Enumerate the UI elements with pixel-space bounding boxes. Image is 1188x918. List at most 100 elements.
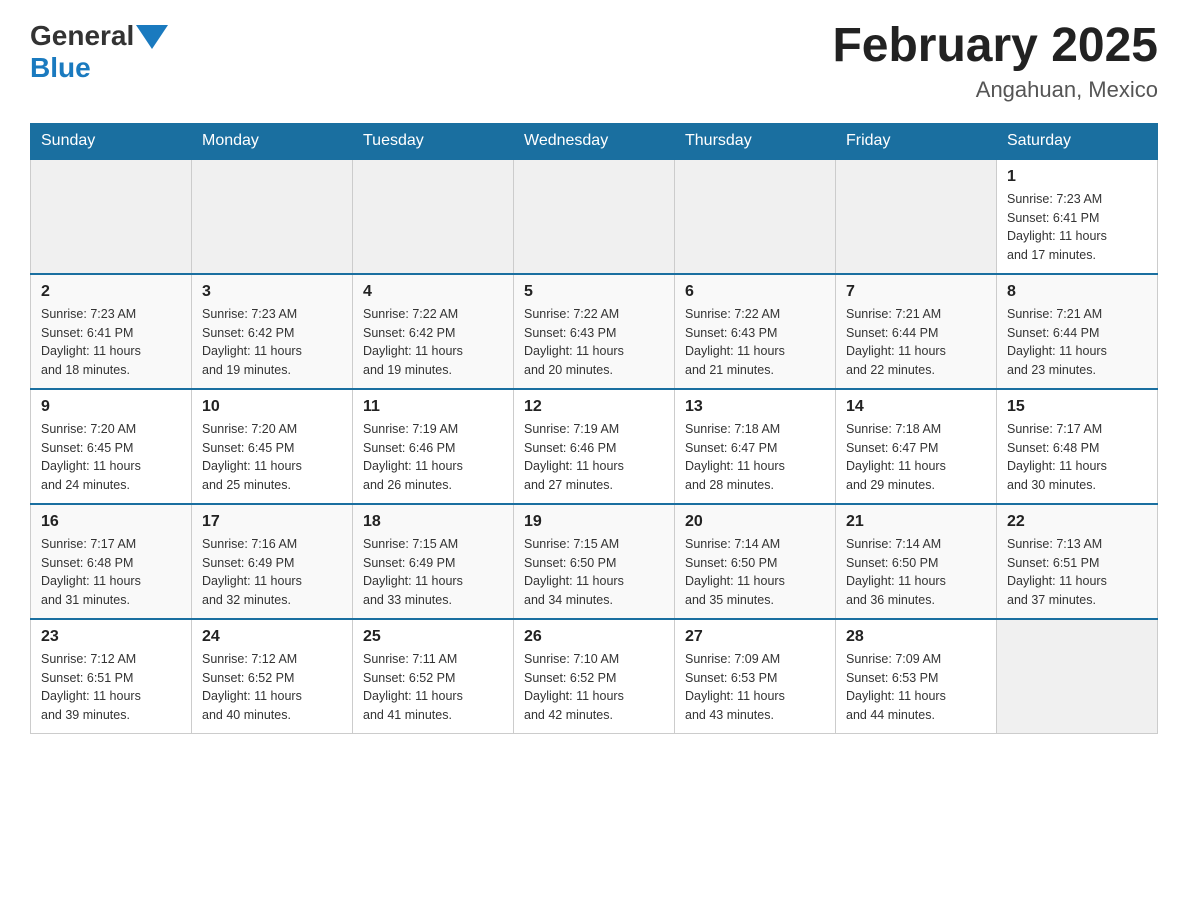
day-number: 9	[41, 398, 181, 416]
calendar-cell: 16Sunrise: 7:17 AMSunset: 6:48 PMDayligh…	[31, 504, 192, 619]
day-info: Sunrise: 7:21 AMSunset: 6:44 PMDaylight:…	[846, 305, 986, 380]
calendar-cell: 14 Sunrise: 7:18 AMSunset: 6:47 PMDayligh…	[836, 389, 997, 504]
day-info: Sunrise: 7:19 AMSunset: 6:46 PMDaylight:…	[524, 420, 664, 495]
day-info: Sunrise: 7:10 AMSunset: 6:52 PMDaylight:…	[524, 650, 664, 725]
calendar-cell: 4Sunrise: 7:22 AMSunset: 6:42 PMDaylight…	[353, 274, 514, 389]
day-info: Sunrise: 7:09 AMSunset: 6:53 PMDaylight:…	[685, 650, 825, 725]
calendar-cell	[192, 159, 353, 274]
day-info: Sunrise: 7:15 AMSunset: 6:49 PMDaylight:…	[363, 535, 503, 610]
calendar-cell: 2 Sunrise: 7:23 AMSunset: 6:41 PMDaylight…	[31, 274, 192, 389]
day-info: Sunrise: 7:09 AMSunset: 6:53 PMDaylight:…	[846, 650, 986, 725]
day-info: Sunrise: 7:12 AMSunset: 6:52 PMDaylight:…	[202, 650, 342, 725]
calendar-cell: 11 Sunrise: 7:19 AMSunset: 6:46 PMDayligh…	[353, 389, 514, 504]
day-info: Sunrise: 7:22 AMSunset: 6:43 PMDaylight:…	[524, 305, 664, 380]
calendar-cell: 8 Sunrise: 7:21 AMSunset: 6:44 PMDaylight…	[997, 274, 1158, 389]
day-number: 19	[524, 513, 664, 531]
page-header: General Blue February 2025 Angahuan, Mex…	[30, 20, 1158, 103]
calendar-cell: 22Sunrise: 7:13 AMSunset: 6:51 PMDayligh…	[997, 504, 1158, 619]
calendar-cell: 26 Sunrise: 7:10 AMSunset: 6:52 PMDayligh…	[514, 619, 675, 734]
calendar-cell	[514, 159, 675, 274]
day-number: 3	[202, 283, 342, 301]
day-number: 17	[202, 513, 342, 531]
day-number: 21	[846, 513, 986, 531]
calendar-cell: 24 Sunrise: 7:12 AMSunset: 6:52 PMDayligh…	[192, 619, 353, 734]
day-info: Sunrise: 7:16 AMSunset: 6:49 PMDaylight:…	[202, 535, 342, 610]
logo-arrow-icon	[136, 25, 168, 49]
day-number: 25	[363, 628, 503, 646]
calendar-table: SundayMondayTuesdayWednesdayThursdayFrid…	[30, 123, 1158, 734]
logo-general-text: General	[30, 20, 134, 52]
day-info: Sunrise: 7:17 AMSunset: 6:48 PMDaylight:…	[41, 535, 181, 610]
calendar-cell: 20 Sunrise: 7:14 AMSunset: 6:50 PMDayligh…	[675, 504, 836, 619]
calendar-cell: 12 Sunrise: 7:19 AMSunset: 6:46 PMDayligh…	[514, 389, 675, 504]
day-number: 11	[363, 398, 503, 416]
week-row-3: 9 Sunrise: 7:20 AMSunset: 6:45 PMDaylight…	[31, 389, 1158, 504]
logo: General Blue	[30, 20, 168, 84]
day-header-wednesday: Wednesday	[514, 123, 675, 159]
calendar-cell: 13Sunrise: 7:18 AMSunset: 6:47 PMDayligh…	[675, 389, 836, 504]
day-number: 4	[363, 283, 503, 301]
day-number: 12	[524, 398, 664, 416]
day-info: Sunrise: 7:23 AMSunset: 6:41 PMDaylight:…	[1007, 190, 1147, 265]
day-info: Sunrise: 7:23 AMSunset: 6:42 PMDaylight:…	[202, 305, 342, 380]
day-info: Sunrise: 7:11 AMSunset: 6:52 PMDaylight:…	[363, 650, 503, 725]
day-header-tuesday: Tuesday	[353, 123, 514, 159]
day-header-friday: Friday	[836, 123, 997, 159]
day-info: Sunrise: 7:18 AMSunset: 6:47 PMDaylight:…	[846, 420, 986, 495]
calendar-cell: 1 Sunrise: 7:23 AMSunset: 6:41 PMDaylight…	[997, 159, 1158, 274]
day-info: Sunrise: 7:21 AMSunset: 6:44 PMDaylight:…	[1007, 305, 1147, 380]
day-info: Sunrise: 7:20 AMSunset: 6:45 PMDaylight:…	[41, 420, 181, 495]
calendar-cell: 17 Sunrise: 7:16 AMSunset: 6:49 PMDayligh…	[192, 504, 353, 619]
day-header-saturday: Saturday	[997, 123, 1158, 159]
day-info: Sunrise: 7:23 AMSunset: 6:41 PMDaylight:…	[41, 305, 181, 380]
week-row-1: 1 Sunrise: 7:23 AMSunset: 6:41 PMDaylight…	[31, 159, 1158, 274]
week-row-2: 2 Sunrise: 7:23 AMSunset: 6:41 PMDaylight…	[31, 274, 1158, 389]
calendar-cell: 7 Sunrise: 7:21 AMSunset: 6:44 PMDaylight…	[836, 274, 997, 389]
day-header-sunday: Sunday	[31, 123, 192, 159]
day-number: 1	[1007, 168, 1147, 186]
calendar-cell: 9 Sunrise: 7:20 AMSunset: 6:45 PMDaylight…	[31, 389, 192, 504]
day-info: Sunrise: 7:20 AMSunset: 6:45 PMDaylight:…	[202, 420, 342, 495]
calendar-cell	[675, 159, 836, 274]
day-info: Sunrise: 7:19 AMSunset: 6:46 PMDaylight:…	[363, 420, 503, 495]
calendar-cell: 15 Sunrise: 7:17 AMSunset: 6:48 PMDayligh…	[997, 389, 1158, 504]
header-row: SundayMondayTuesdayWednesdayThursdayFrid…	[31, 123, 1158, 159]
calendar-cell: 5Sunrise: 7:22 AMSunset: 6:43 PMDaylight…	[514, 274, 675, 389]
day-info: Sunrise: 7:17 AMSunset: 6:48 PMDaylight:…	[1007, 420, 1147, 495]
day-header-monday: Monday	[192, 123, 353, 159]
day-info: Sunrise: 7:22 AMSunset: 6:43 PMDaylight:…	[685, 305, 825, 380]
day-info: Sunrise: 7:13 AMSunset: 6:51 PMDaylight:…	[1007, 535, 1147, 610]
day-info: Sunrise: 7:18 AMSunset: 6:47 PMDaylight:…	[685, 420, 825, 495]
day-number: 2	[41, 283, 181, 301]
day-header-thursday: Thursday	[675, 123, 836, 159]
day-number: 14	[846, 398, 986, 416]
week-row-5: 23Sunrise: 7:12 AMSunset: 6:51 PMDayligh…	[31, 619, 1158, 734]
calendar-cell: 3 Sunrise: 7:23 AMSunset: 6:42 PMDaylight…	[192, 274, 353, 389]
day-info: Sunrise: 7:14 AMSunset: 6:50 PMDaylight:…	[846, 535, 986, 610]
day-number: 26	[524, 628, 664, 646]
day-number: 20	[685, 513, 825, 531]
calendar-cell: 28 Sunrise: 7:09 AMSunset: 6:53 PMDayligh…	[836, 619, 997, 734]
calendar-cell: 23Sunrise: 7:12 AMSunset: 6:51 PMDayligh…	[31, 619, 192, 734]
day-number: 15	[1007, 398, 1147, 416]
calendar-subtitle: Angahuan, Mexico	[832, 77, 1158, 103]
day-number: 23	[41, 628, 181, 646]
week-row-4: 16Sunrise: 7:17 AMSunset: 6:48 PMDayligh…	[31, 504, 1158, 619]
calendar-cell: 19 Sunrise: 7:15 AMSunset: 6:50 PMDayligh…	[514, 504, 675, 619]
day-number: 10	[202, 398, 342, 416]
calendar-cell: 25 Sunrise: 7:11 AMSunset: 6:52 PMDayligh…	[353, 619, 514, 734]
calendar-cell: 6 Sunrise: 7:22 AMSunset: 6:43 PMDaylight…	[675, 274, 836, 389]
calendar-cell: 27Sunrise: 7:09 AMSunset: 6:53 PMDayligh…	[675, 619, 836, 734]
calendar-cell	[353, 159, 514, 274]
day-number: 24	[202, 628, 342, 646]
day-number: 7	[846, 283, 986, 301]
day-number: 6	[685, 283, 825, 301]
calendar-cell	[836, 159, 997, 274]
calendar-title: February 2025	[832, 20, 1158, 73]
day-info: Sunrise: 7:14 AMSunset: 6:50 PMDaylight:…	[685, 535, 825, 610]
calendar-cell: 18Sunrise: 7:15 AMSunset: 6:49 PMDayligh…	[353, 504, 514, 619]
day-number: 8	[1007, 283, 1147, 301]
day-number: 28	[846, 628, 986, 646]
logo-blue-text: Blue	[30, 52, 91, 84]
day-info: Sunrise: 7:15 AMSunset: 6:50 PMDaylight:…	[524, 535, 664, 610]
